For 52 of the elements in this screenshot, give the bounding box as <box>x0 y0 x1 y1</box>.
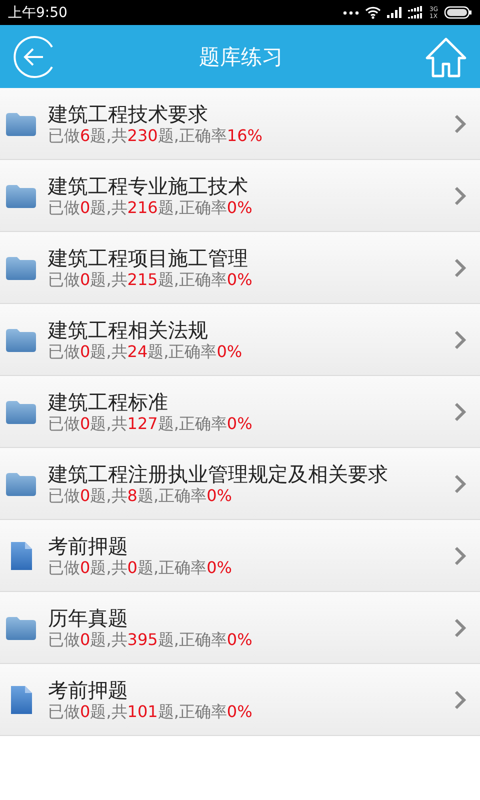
folder-icon <box>5 184 37 208</box>
category-item[interactable]: 建筑工程项目施工管理 已做0题,共215题,正确率0% <box>0 232 480 304</box>
folder-icon <box>5 328 37 352</box>
category-title: 考前押题 <box>48 534 129 558</box>
wifi-icon <box>364 6 381 19</box>
chevron-right-icon <box>454 474 466 494</box>
chevron-right-icon <box>454 114 466 134</box>
chevron-right-icon <box>454 546 466 566</box>
home-button[interactable] <box>424 36 468 78</box>
status-time: 上午9:50 <box>8 4 68 22</box>
category-title: 建筑工程标准 <box>48 390 169 414</box>
category-title: 建筑工程注册执业管理规定及相关要求 <box>48 462 389 486</box>
folder-icon <box>5 400 37 424</box>
signal-icon <box>386 7 402 18</box>
progress-stats: 已做0题,共0题,正确率0% <box>48 558 233 578</box>
category-title: 建筑工程相关法规 <box>48 318 209 342</box>
category-title: 历年真题 <box>48 606 129 630</box>
category-item[interactable]: 建筑工程注册执业管理规定及相关要求 已做0题,共8题,正确率0% <box>0 448 480 520</box>
category-item[interactable]: 考前押题 已做0题,共101题,正确率0% <box>0 664 480 736</box>
battery-icon <box>444 6 472 19</box>
home-icon <box>424 36 468 78</box>
category-item[interactable]: 建筑工程相关法规 已做0题,共24题,正确率0% <box>0 304 480 376</box>
progress-stats: 已做0题,共216题,正确率0% <box>48 198 254 218</box>
dual-signal-icon <box>408 6 424 19</box>
chevron-right-icon <box>454 690 466 710</box>
progress-stats: 已做0题,共215题,正确率0% <box>48 270 254 290</box>
category-title: 建筑工程技术要求 <box>48 102 209 126</box>
progress-stats: 已做0题,共101题,正确率0% <box>48 702 254 722</box>
category-item[interactable]: 建筑工程标准 已做0题,共127题,正确率0% <box>0 376 480 448</box>
folder-icon <box>5 472 37 496</box>
category-title: 建筑工程项目施工管理 <box>48 246 249 270</box>
more-dots-icon <box>342 10 359 14</box>
chevron-right-icon <box>454 402 466 422</box>
category-item[interactable]: 建筑工程专业施工技术 已做0题,共216题,正确率0% <box>0 160 480 232</box>
page-title: 题库练习 <box>199 44 283 70</box>
chevron-right-icon <box>454 618 466 638</box>
progress-stats: 已做0题,共24题,正确率0% <box>48 342 244 362</box>
progress-stats: 已做0题,共395题,正确率0% <box>48 630 254 650</box>
category-title: 建筑工程专业施工技术 <box>48 174 249 198</box>
chevron-right-icon <box>454 330 466 350</box>
category-item[interactable]: 历年真题 已做0题,共395题,正确率0% <box>0 592 480 664</box>
category-title: 考前押题 <box>48 678 129 702</box>
category-item[interactable]: 考前押题 已做0题,共0题,正确率0% <box>0 520 480 592</box>
progress-stats: 已做0题,共127题,正确率0% <box>48 414 254 434</box>
progress-stats: 已做6题,共230题,正确率16% <box>48 126 264 146</box>
folder-icon <box>5 256 37 280</box>
progress-stats: 已做0题,共8题,正确率0% <box>48 486 233 506</box>
folder-icon <box>5 112 37 136</box>
chevron-right-icon <box>454 186 466 206</box>
category-item[interactable]: 建筑工程技术要求 已做6题,共230题,正确率16% <box>0 88 480 160</box>
folder-icon <box>5 616 37 640</box>
chevron-right-icon <box>454 258 466 278</box>
